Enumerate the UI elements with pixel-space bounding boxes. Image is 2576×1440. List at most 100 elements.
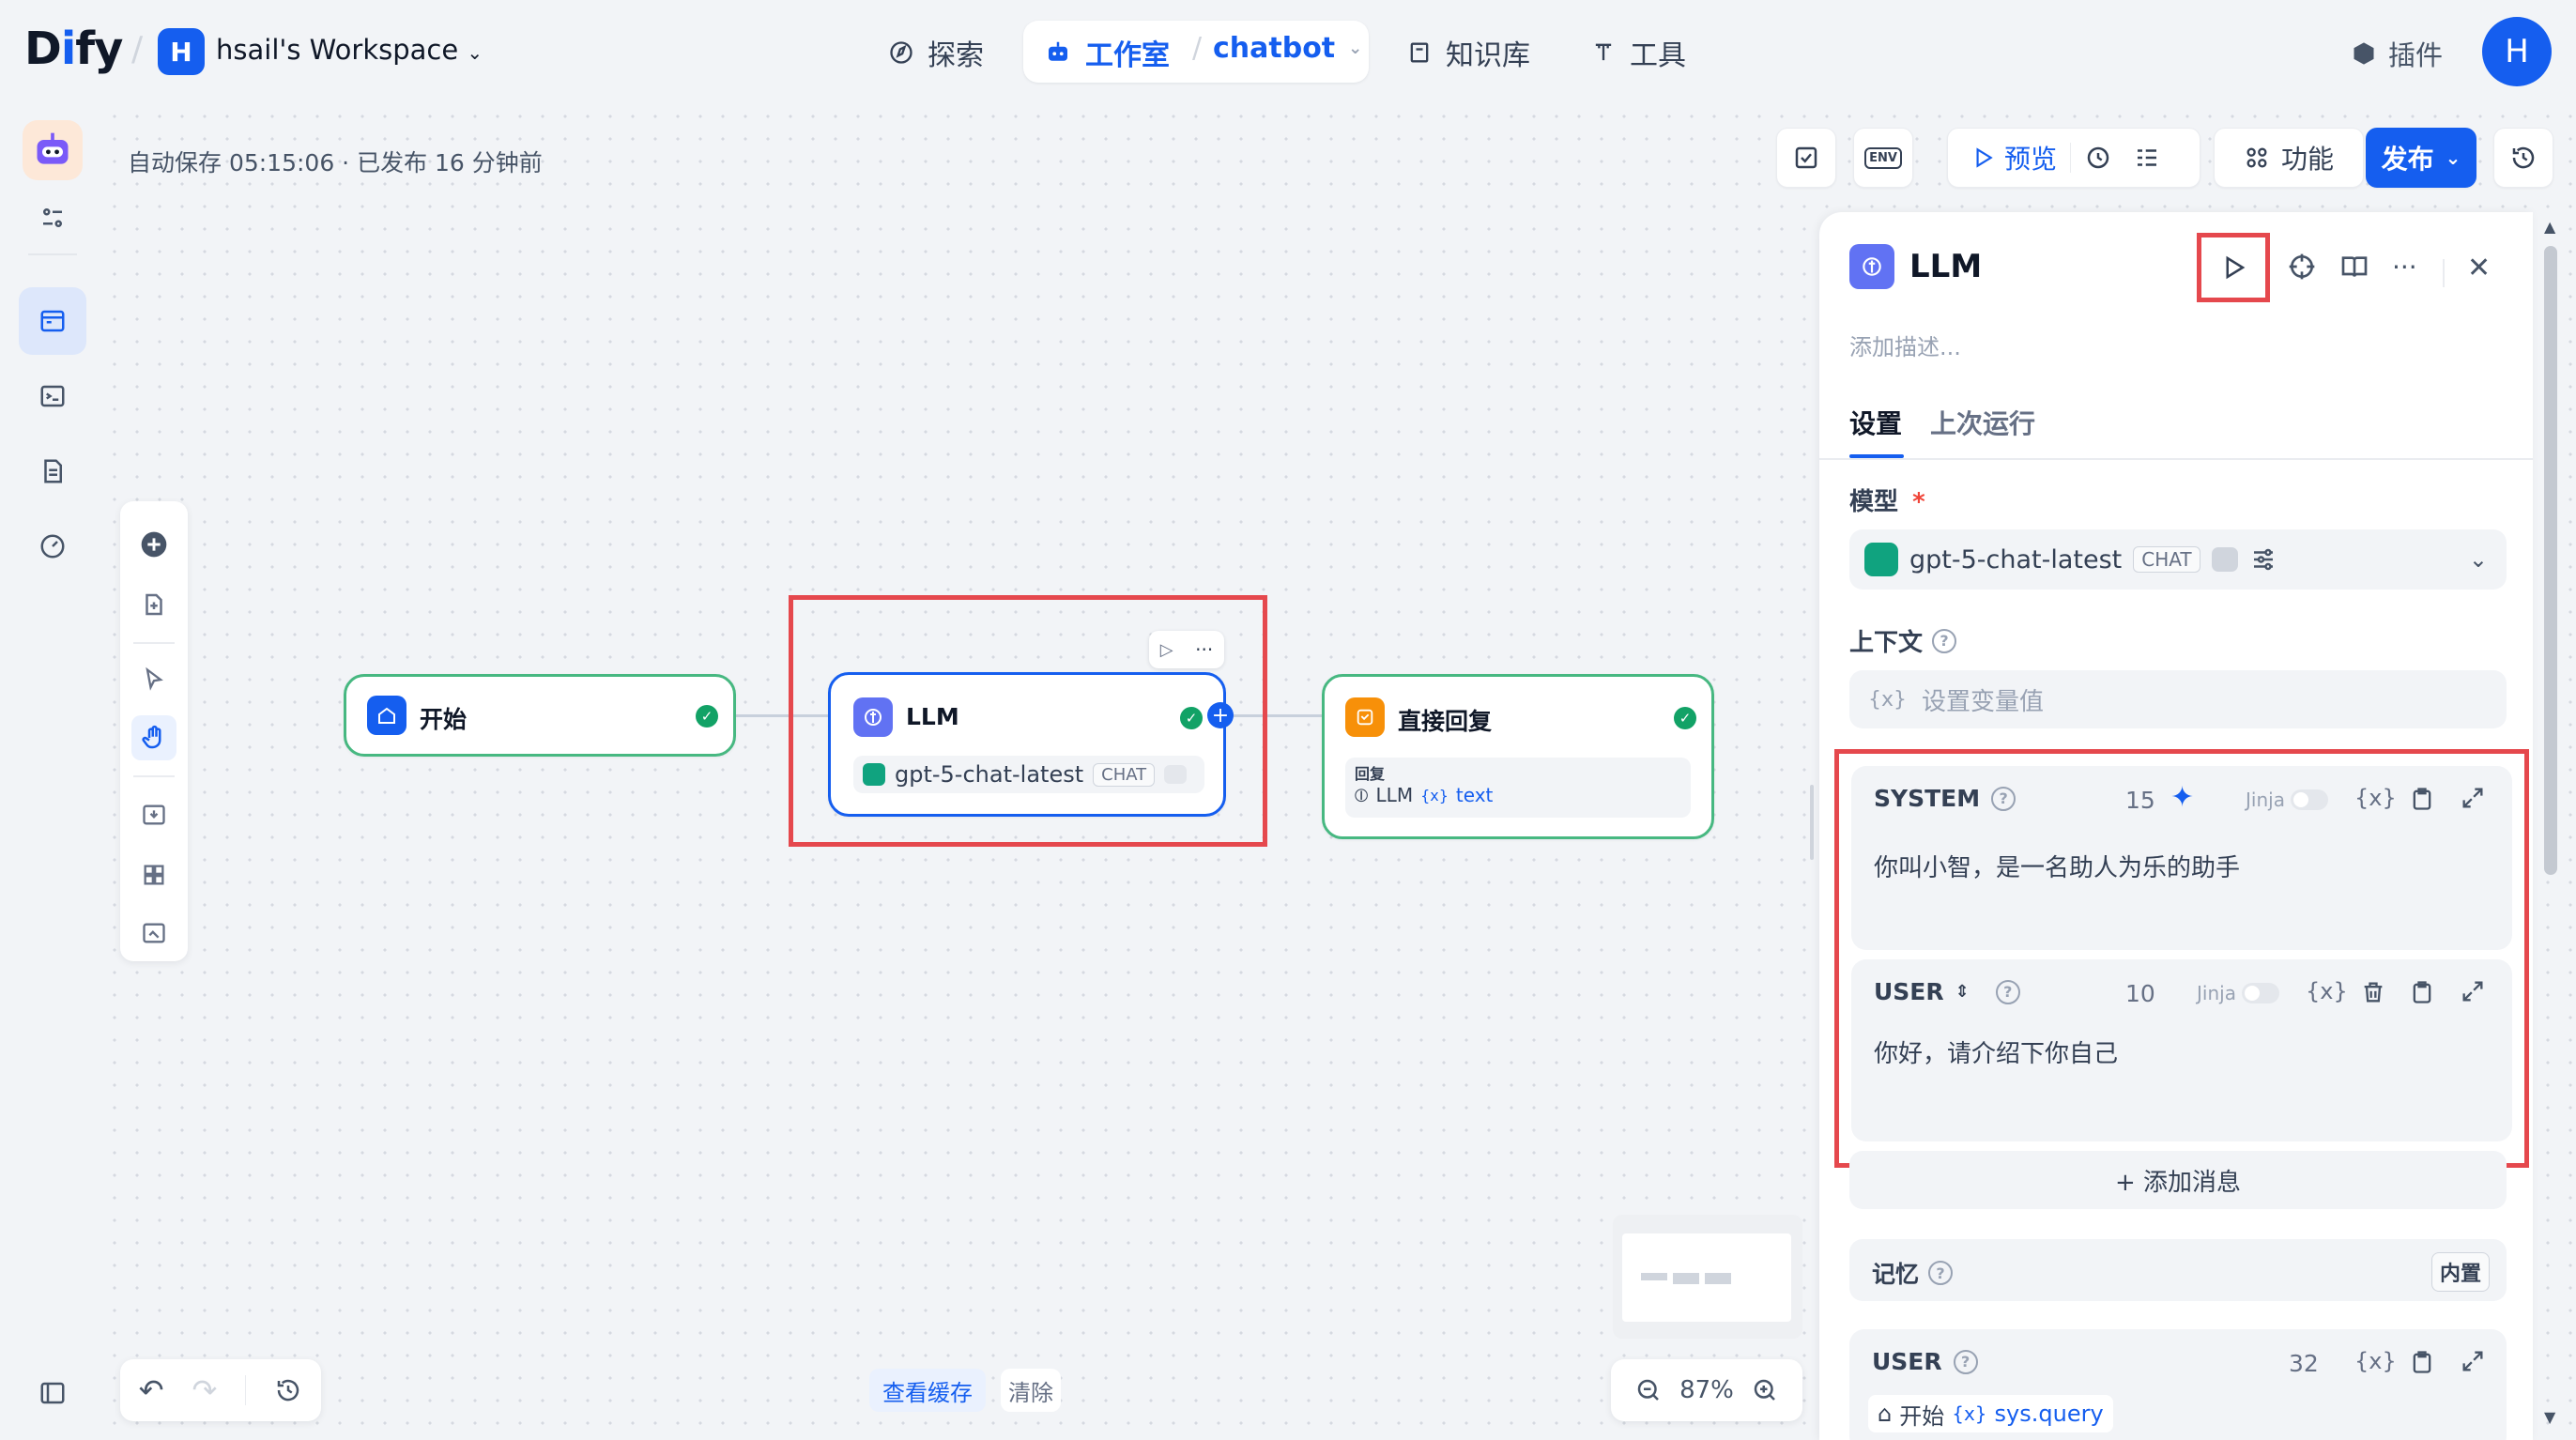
sidebar-orchestrate[interactable]	[19, 287, 86, 355]
hand-icon	[142, 725, 161, 749]
nav-studio[interactable]: 工作室	[1044, 32, 1170, 73]
insert-variable-icon[interactable]: {x}	[2306, 978, 2348, 1004]
minimap[interactable]	[1613, 1215, 1802, 1339]
sidebar-settings[interactable]	[19, 184, 86, 252]
panel-scrollbar[interactable]	[2544, 246, 2557, 875]
message-system[interactable]: SYSTEM ? 15 ✦ Jinja {x} 你叫小智，是一名助人为乐的助手	[1851, 766, 2512, 950]
help-circle-icon[interactable]: ?	[1932, 628, 1957, 653]
message-role-text: USER	[1874, 978, 1944, 1005]
undo-icon[interactable]: ↶	[139, 1372, 164, 1408]
sidebar-monitoring[interactable]	[19, 513, 86, 580]
add-node-button[interactable]	[131, 522, 176, 567]
app-switcher[interactable]: chatbot ⌄	[1213, 32, 1362, 65]
nav-explore[interactable]: 探索	[888, 32, 984, 73]
close-icon[interactable]: ✕	[2467, 252, 2491, 284]
checklist-button[interactable]	[1776, 128, 1836, 188]
expand-icon[interactable]	[2460, 1348, 2486, 1374]
history-icon	[2512, 146, 2535, 169]
message-text[interactable]: 你好，请介绍下你自己	[1874, 1034, 2118, 1069]
jinja-toggle[interactable]: Jinja	[2197, 982, 2279, 1004]
preview-button[interactable]: 预览	[1970, 139, 2057, 176]
workspace-switcher[interactable]: hsail's Workspace ⌄	[216, 34, 483, 66]
variable-reference[interactable]: ⌂ 开始 {x} sys.query	[1868, 1395, 2113, 1432]
help-circle-icon[interactable]: ?	[1928, 1261, 1954, 1285]
docs-button[interactable]	[2339, 252, 2369, 282]
dify-logo[interactable]: Dify	[24, 23, 123, 75]
view-cache-button[interactable]: 查看缓存	[869, 1369, 986, 1412]
help-circle-icon[interactable]: ?	[1995, 979, 2020, 1004]
nav-tools[interactable]: 工具	[1590, 32, 1686, 73]
insert-variable-icon[interactable]: {x}	[2354, 785, 2397, 811]
expand-icon[interactable]	[2460, 978, 2486, 1004]
features-button[interactable]: 功能	[2214, 128, 2364, 188]
app-name: chatbot	[1213, 32, 1336, 65]
export-image-button[interactable]	[131, 792, 176, 837]
pointer-mode-button[interactable]	[131, 657, 176, 702]
copy-icon[interactable]	[2409, 1348, 2435, 1376]
jinja-toggle[interactable]: Jinja	[2246, 789, 2328, 811]
publish-button[interactable]: 发布 ⌄	[2366, 128, 2476, 188]
organize-nodes-button[interactable]	[131, 852, 176, 897]
tab-last-run[interactable]: 上次运行	[1930, 404, 2035, 441]
sidebar-api[interactable]	[19, 362, 86, 430]
more-icon[interactable]: ···	[2392, 252, 2417, 283]
zoom-out-icon[interactable]	[1634, 1376, 1663, 1404]
node-answer[interactable]: 直接回复 ✓ 回复 ⦶ LLM {x} text	[1322, 674, 1714, 839]
sparkle-icon[interactable]: ✦	[2170, 781, 2194, 814]
trash-icon[interactable]	[2360, 978, 2386, 1006]
run-node-icon[interactable]: ▷	[1160, 640, 1173, 660]
model-selector[interactable]: gpt-5-chat-latest CHAT ⌄	[1849, 529, 2507, 590]
memory-user-message[interactable]: USER ? 32 {x} ⌂ 开始 {x} sys.query	[1849, 1329, 2507, 1440]
app-icon[interactable]	[23, 120, 83, 180]
add-note-button[interactable]	[131, 582, 176, 627]
message-text[interactable]: 你叫小智，是一名助人为乐的助手	[1874, 849, 2240, 883]
panel-title[interactable]: LLM	[1909, 248, 1982, 285]
run-history-button[interactable]	[2084, 144, 2112, 172]
user-avatar[interactable]: H	[2482, 17, 2552, 86]
env-button[interactable]: ENV	[1853, 128, 1913, 188]
redo-icon[interactable]: ↷	[192, 1372, 218, 1408]
workspace-avatar[interactable]: H	[158, 28, 205, 75]
variables-button[interactable]	[2133, 144, 2161, 172]
hand-mode-button[interactable]	[131, 715, 176, 760]
more-icon[interactable]: ···	[1195, 638, 1213, 661]
copy-icon[interactable]	[2409, 785, 2435, 813]
source-node: 开始	[1899, 1402, 1945, 1430]
history-icon[interactable]	[274, 1376, 302, 1404]
panel-resize-handle[interactable]	[1810, 785, 1814, 860]
toggle-switch[interactable]	[2290, 789, 2328, 810]
divider	[1819, 458, 2533, 460]
message-role[interactable]: USER ⇕ ?	[1874, 978, 2020, 1005]
description-input[interactable]: 添加描述...	[1849, 329, 1961, 361]
home-icon	[367, 696, 406, 735]
expand-icon[interactable]	[2460, 785, 2486, 811]
zoom-level[interactable]: 87%	[1679, 1376, 1734, 1404]
insert-variable-icon[interactable]: {x}	[2354, 1348, 2397, 1374]
node-start[interactable]: 开始 ✓	[344, 674, 736, 757]
add-message-button[interactable]: + 添加消息	[1849, 1151, 2507, 1209]
memory-section[interactable]: 记忆 ? 内置	[1849, 1239, 2507, 1301]
version-history-button[interactable]	[2493, 128, 2553, 188]
sidebar-logs[interactable]	[19, 437, 86, 505]
zoom-in-icon[interactable]	[1751, 1376, 1779, 1404]
copy-icon[interactable]	[2409, 978, 2435, 1006]
toggle-switch[interactable]	[2241, 983, 2279, 1003]
note-add-icon	[146, 593, 162, 616]
help-link-button[interactable]	[2287, 252, 2317, 282]
plugins-button[interactable]: 插件	[2351, 34, 2443, 73]
clear-cache-button[interactable]: 清除	[1001, 1369, 1061, 1412]
scroll-up-icon[interactable]: ▲	[2544, 218, 2555, 236]
add-next-node-icon[interactable]: +	[1207, 702, 1234, 728]
message-user[interactable]: USER ⇕ ? 10 Jinja {x} 你好，请介绍下你自己	[1851, 959, 2512, 1141]
sidebar-collapse[interactable]	[19, 1359, 86, 1427]
nav-knowledge[interactable]: 知识库	[1406, 32, 1530, 73]
help-circle-icon[interactable]: ?	[1953, 1349, 1978, 1374]
node-llm[interactable]: LLM ✓ gpt-5-chat-latest CHAT	[828, 672, 1226, 817]
tab-settings[interactable]: 设置	[1849, 404, 1902, 441]
model-params-icon[interactable]	[2249, 545, 2277, 574]
context-variable-selector[interactable]: {x} 设置变量值	[1849, 670, 2507, 728]
scroll-down-icon[interactable]: ▼	[2544, 1408, 2555, 1426]
run-step-button[interactable]	[2197, 233, 2270, 302]
minimap-toggle-button[interactable]	[131, 911, 176, 956]
help-circle-icon[interactable]: ?	[1991, 786, 2016, 811]
